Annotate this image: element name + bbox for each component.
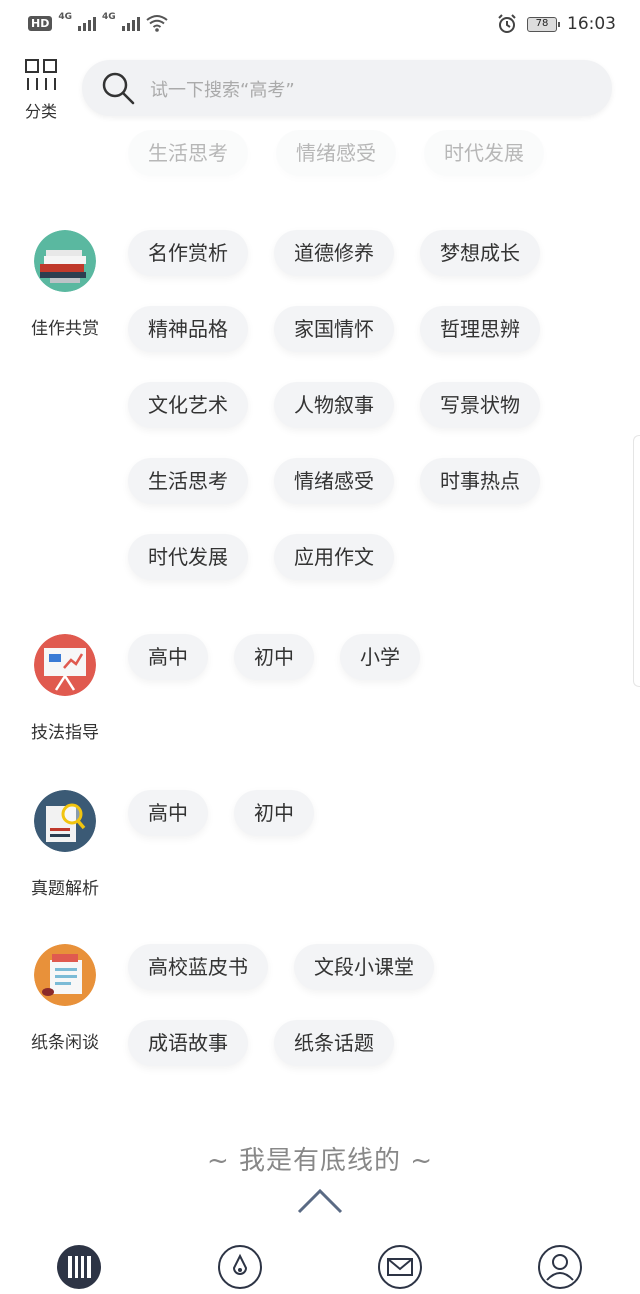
tag-button[interactable]: 家国情怀 [274, 306, 394, 352]
wifi-icon [146, 15, 168, 32]
faded-tag-row: 生活思考 情绪感受 时代发展 [128, 130, 544, 176]
tag-list: 名作赏析 道德修养 梦想成长 精神品格 家国情怀 哲理思辨 文化艺术 人物叙事 … [128, 230, 540, 610]
signal-icon-1 [78, 15, 96, 31]
signal-icon-2 [121, 15, 140, 31]
section-header[interactable]: 佳作共赏 [20, 230, 110, 339]
tag-button[interactable]: 时代发展 [128, 534, 248, 580]
status-right: 78 16:03 [497, 14, 616, 34]
search-input[interactable]: 试一下搜索“高考” [82, 60, 612, 116]
tag-button[interactable]: 时事热点 [420, 458, 540, 504]
tag-row: 生活思考 情绪感受 时事热点 [128, 458, 540, 504]
tag-row: 高中 初中 [128, 790, 314, 836]
notes-icon [34, 944, 96, 1006]
section-header[interactable]: 纸条闲谈 [20, 944, 110, 1053]
tag-button[interactable]: 初中 [234, 634, 314, 680]
books-icon [34, 230, 96, 292]
tag-list: 高校蓝皮书 文段小课堂 成语故事 纸条话题 [128, 944, 434, 1096]
tag-button[interactable]: 梦想成长 [420, 230, 540, 276]
hd-badge: HD [28, 15, 53, 31]
search-placeholder: 试一下搜索“高考” [150, 80, 295, 101]
tag-button[interactable]: 道德修养 [274, 230, 394, 276]
section-header[interactable]: 技法指导 [20, 634, 110, 743]
tag-button[interactable]: 成语故事 [128, 1020, 248, 1066]
tag-row: 成语故事 纸条话题 [128, 1020, 434, 1066]
tag-button[interactable]: 人物叙事 [274, 382, 394, 428]
bottom-nav [0, 1234, 640, 1294]
tag-row: 时代发展 应用作文 [128, 534, 540, 580]
tag-row: 高校蓝皮书 文段小课堂 [128, 944, 434, 990]
tag-button[interactable]: 文化艺术 [128, 382, 248, 428]
network-label-2: 4G [102, 12, 116, 22]
library-icon[interactable] [56, 1244, 102, 1290]
category-label: 分类 [24, 102, 57, 121]
tag-button[interactable]: 时代发展 [424, 130, 544, 176]
status-left: HD 4G 4G [28, 12, 168, 32]
alarm-icon [498, 14, 516, 33]
end-of-list-text: ~ 我是有底线的 ~ [206, 1146, 434, 1176]
section-label: 技法指导 [31, 723, 99, 743]
tag-button[interactable]: 高中 [128, 790, 208, 836]
battery-icon: 78 [527, 16, 560, 32]
tag-list: 高中 初中 [128, 790, 314, 866]
tag-row: 精神品格 家国情怀 哲理思辨 [128, 306, 540, 352]
profile-icon[interactable] [537, 1244, 583, 1290]
tag-button[interactable]: 小学 [340, 634, 420, 680]
section-header[interactable]: 真题解析 [20, 790, 110, 899]
tag-button[interactable]: 高中 [128, 634, 208, 680]
tag-button[interactable]: 高校蓝皮书 [128, 944, 268, 990]
network-label-1: 4G [58, 12, 72, 22]
clock-time: 16:03 [567, 14, 616, 34]
category-button[interactable]: 分类 [22, 58, 60, 121]
status-bar: HD 4G 4G 78 16:03 [0, 0, 640, 50]
tag-button[interactable]: 纸条话题 [274, 1020, 394, 1066]
tag-button[interactable]: 写景状物 [420, 382, 540, 428]
section-label: 纸条闲谈 [31, 1033, 99, 1053]
chevron-up-icon[interactable] [296, 1186, 344, 1216]
tag-button[interactable]: 应用作文 [274, 534, 394, 580]
ink-drop-icon[interactable] [217, 1244, 263, 1290]
tag-list: 高中 初中 小学 [128, 634, 420, 710]
side-drawer-handle[interactable] [633, 435, 640, 687]
presentation-board-icon [34, 634, 96, 696]
search-icon [102, 72, 135, 105]
tag-button[interactable]: 哲理思辨 [420, 306, 540, 352]
tag-button[interactable]: 情绪感受 [274, 458, 394, 504]
tag-button[interactable]: 文段小课堂 [294, 944, 434, 990]
section-label: 真题解析 [31, 879, 99, 899]
tag-row: 文化艺术 人物叙事 写景状物 [128, 382, 540, 428]
tag-button[interactable]: 初中 [234, 790, 314, 836]
tag-button[interactable]: 情绪感受 [276, 130, 396, 176]
tag-row: 名作赏析 道德修养 梦想成长 [128, 230, 540, 276]
tag-button[interactable]: 精神品格 [128, 306, 248, 352]
mail-icon[interactable] [377, 1244, 423, 1290]
tag-button[interactable]: 生活思考 [128, 458, 248, 504]
tag-button[interactable]: 生活思考 [128, 130, 248, 176]
section-label: 佳作共赏 [31, 319, 99, 339]
tag-row: 高中 初中 小学 [128, 634, 420, 680]
tag-button[interactable]: 名作赏析 [128, 230, 248, 276]
grid-icon [25, 59, 57, 90]
magnifier-document-icon [34, 790, 96, 852]
